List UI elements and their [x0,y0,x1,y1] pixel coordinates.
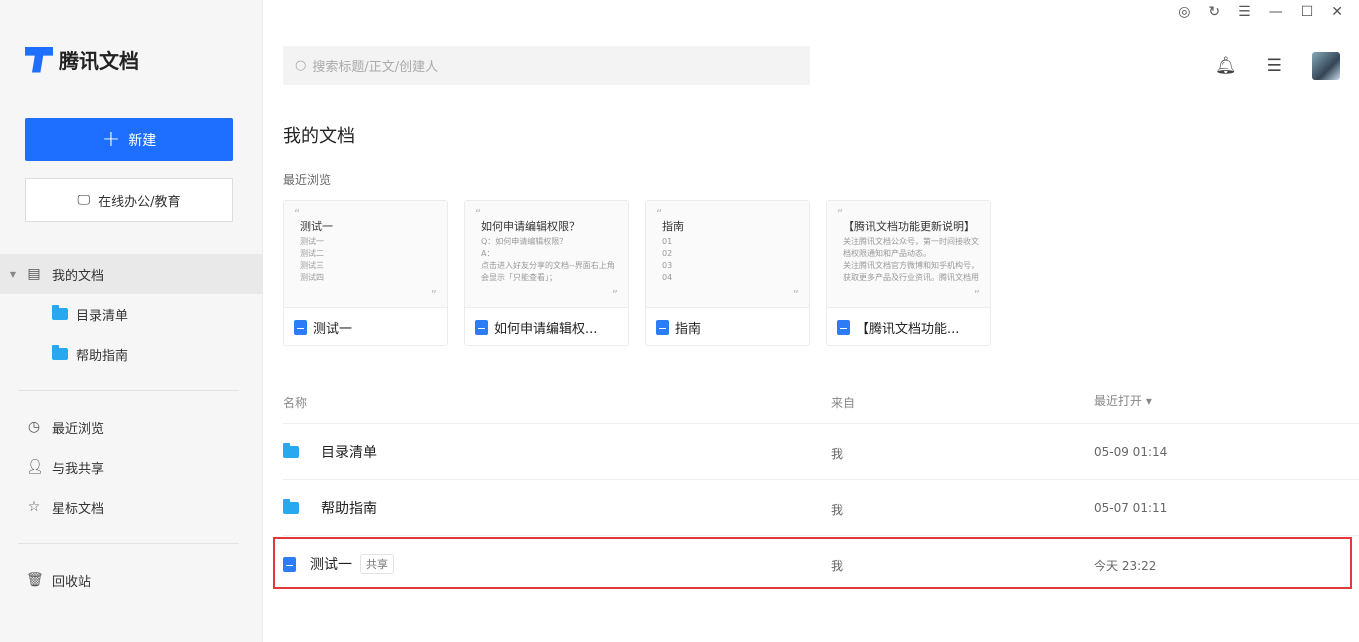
quote-close-icon: ” [430,288,437,302]
row-from: 我 [831,503,844,517]
row-opened: 05-07 01:11 [1094,501,1168,515]
sidebar-folder[interactable]: 目录清单 [0,294,263,334]
quote-open-icon: “ [837,207,844,221]
maximize-icon[interactable]: ☐ [1301,4,1314,20]
quote-open-icon: “ [475,207,482,221]
card-heading: 如何申请编辑权限？ [481,220,580,233]
card-name: 指南 [675,321,702,337]
recent-card[interactable]: “【腾讯文档功能更新说明】关注腾讯文档公众号，第一时间接收文 档权限通知和产品动态… [826,200,991,346]
row-from: 我 [831,447,844,461]
refresh-icon[interactable]: ↻ [1208,4,1220,20]
sidebar-item-recent[interactable]: ◷ 最近浏览 [0,407,263,447]
avatar[interactable] [1311,52,1340,80]
card-line: 03 [662,261,673,270]
close-icon[interactable]: ✕ [1331,4,1343,20]
bell-icon[interactable]: 🔔︎ [1215,56,1237,76]
sidebar: 腾讯文档 + 新建 🖵 在线办公/教育 ▼ ▤ 我的文档 目录清单 帮助指南 ◷ 最近浏览… [0,0,263,642]
column-from: 来自 [831,396,856,410]
card-line: 测试一 [300,237,324,246]
card-line: 点击进入好友分享的文档--界面右上角 [481,261,615,270]
search-icon: ○ [295,58,307,73]
clock-icon: ◷ [27,419,41,435]
quote-close-icon: ” [792,288,799,302]
page-title: 我的文档 [283,126,355,147]
star-icon: ☆ [27,499,41,515]
card-line: 测试四 [300,273,324,282]
sidebar-item-trash[interactable]: 🗑︎ 回收站 [0,560,263,600]
card-name: 如何申请编辑权... [494,321,598,337]
new-button[interactable]: + 新建 [25,118,233,161]
recent-card[interactable]: “指南 01 02 03 04” 指南 [645,200,810,346]
sidebar-folder[interactable]: 帮助指南 [0,334,263,374]
folder-icon [52,345,68,360]
card-line: 关注腾讯文档官方微博和知乎机构号， [843,261,979,270]
sidebar-item-shared[interactable]: 👤︎ 与我共享 [0,447,263,487]
card-preview: “如何申请编辑权限？ Q：如何申请编辑权限？ A： 点击进入好友分享的文档--界面右上… [465,201,628,308]
quote-close-icon: ” [973,288,980,302]
folder-icon [52,305,68,320]
row-name: 帮助指南 [321,501,377,517]
doc-icon [294,319,307,335]
trash-icon: 🗑︎ [26,572,44,588]
minimize-icon[interactable]: — [1269,4,1283,20]
online-office-button[interactable]: 🖵 在线办公/教育 [25,178,233,222]
card-preview: “【腾讯文档功能更新说明】关注腾讯文档公众号，第一时间接收文 档权限通知和产品动态… [827,201,990,308]
card-name: 测试一 [313,321,353,337]
card-line: 获取更多产品及行业资讯。腾讯文档用 [843,273,979,282]
recent-label: 最近浏览 [283,173,332,187]
card-heading: 指南 [662,220,684,233]
menu-icon[interactable]: ☰ [1238,4,1251,20]
user-icon: 👤︎ [26,459,44,475]
doc-icon [656,319,669,335]
app-logo[interactable]: 腾讯文档 [25,45,139,74]
card-preview: “测试一 测试一 测试二 测试三 测试四” [284,201,447,308]
card-heading: 【腾讯文档功能更新说明】 [843,220,975,233]
sidebar-item-my-docs[interactable]: ▼ ▤ 我的文档 [0,254,263,294]
divider [18,543,239,544]
doc-icon [475,319,488,335]
table-row[interactable]: 目录清单 我 05-09 01:14 [283,423,1359,479]
caret-down-icon[interactable]: ▼ [0,270,26,279]
plus-icon: + [101,127,121,152]
card-line: 档权限通知和产品动态。 [843,249,931,258]
card-line: 会显示「只能查看」； [481,273,557,282]
row-name: 目录清单 [321,445,377,461]
row-opened: 05-09 01:14 [1094,445,1168,459]
card-line: A： [481,249,495,258]
sidebar-item-starred[interactable]: ☆ 星标文档 [0,487,263,527]
table-row[interactable]: 帮助指南 我 05-07 01:11 [283,479,1359,535]
folder-icon [283,443,299,458]
recent-card[interactable]: “测试一 测试一 测试二 测试三 测试四” 测试一 [283,200,448,346]
recent-card[interactable]: “如何申请编辑权限？ Q：如何申请编辑权限？ A： 点击进入好友分享的文档--界面右上… [464,200,629,346]
quote-open-icon: “ [294,207,301,221]
card-line: 02 [662,249,673,258]
card-line: 测试三 [300,261,324,270]
card-name: 【腾讯文档功能... [856,321,960,337]
card-line: 测试二 [300,249,324,258]
card-line: 04 [662,273,673,282]
compass-icon[interactable]: ◎ [1178,4,1190,20]
column-last-opened[interactable]: 最近打开 ▾ [1094,392,1152,409]
divider [18,390,239,391]
quote-close-icon: ” [611,288,618,302]
card-preview: “指南 01 02 03 04 ” [646,201,809,308]
doc-icon [837,319,850,335]
column-name[interactable]: 名称 [283,394,307,411]
document-icon: ▤ [27,266,41,282]
logo-icon [25,46,53,73]
search-input[interactable]: ○ 搜索标题/正文/创建人 [283,46,810,85]
monitor-icon: 🖵 [77,192,91,208]
folder-icon [283,499,299,514]
window-controls: ◎ ↻ ☰ — ☐ ✕ [1178,0,1359,24]
card-line: Q：如何申请编辑权限？ [481,237,568,246]
highlight-box [273,537,1352,589]
card-line: 关注腾讯文档公众号，第一时间接收文 [843,237,979,246]
quote-open-icon: “ [656,207,663,221]
card-line: 01 [662,237,673,246]
menu-icon[interactable]: ☰ [1267,56,1282,76]
card-heading: 测试一 [300,220,333,233]
